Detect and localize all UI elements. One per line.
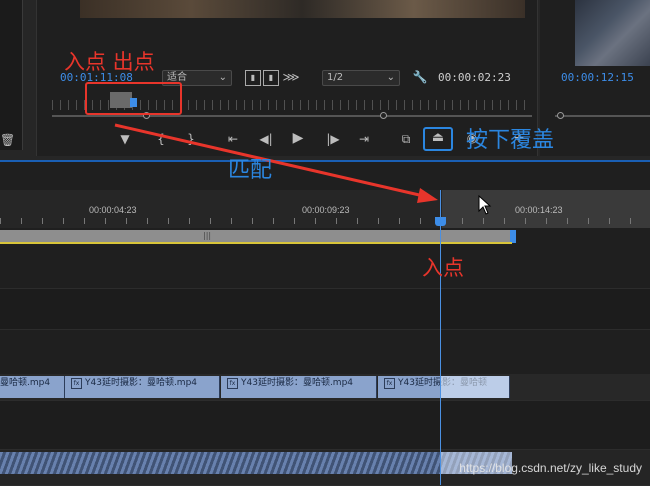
render-bar (0, 242, 512, 244)
duration-timecode: 00:00:02:23 (438, 71, 511, 84)
video-clip[interactable]: fx Y43延时摄影：曼哈顿.mp4 (221, 376, 377, 398)
video-clip[interactable]: fx Y43延时摄影：曼哈顿.mp4 (65, 376, 220, 398)
clip-selection-highlight (441, 376, 509, 398)
ruler-label-3: 00:00:14:23 (515, 205, 563, 215)
audio-clip[interactable] (0, 452, 512, 474)
wrench-icon[interactable]: 🔧 (412, 70, 428, 84)
mouse-cursor-icon (478, 195, 492, 215)
fast-forward-icon[interactable]: ⋙ (282, 70, 300, 84)
clip-label: 曼哈顿.mp4 (0, 378, 51, 388)
in-out-annotation: 入点 出点 (64, 50, 155, 74)
step-forward-icon[interactable]: |▶ (325, 132, 341, 146)
ruler-label-1: 00:00:04:23 (89, 205, 137, 215)
source-panel-edge (0, 0, 23, 150)
zoom-handle-right[interactable] (380, 112, 387, 119)
fx-badge-icon: fx (71, 378, 82, 389)
monitor-zoom-bar[interactable] (52, 115, 532, 117)
timeline-playhead-handle[interactable] (435, 217, 446, 226)
play-icon[interactable]: ▶ (290, 131, 306, 145)
watermark: https://blog.csdn.net/zy_like_study (459, 461, 642, 475)
track-v3[interactable] (0, 248, 650, 289)
chevron-down-icon: ⌄ (218, 72, 227, 83)
in-point-annotation: 入点 (422, 256, 464, 280)
track-v2[interactable] (0, 289, 650, 330)
timeline-playhead-line[interactable] (440, 190, 441, 485)
fx-badge-icon: fx (227, 378, 238, 389)
trash-icon[interactable]: 🗑 (0, 133, 15, 147)
go-to-out-icon[interactable]: ⇥ (356, 132, 372, 146)
work-area-bar[interactable]: ||| (0, 230, 512, 242)
marker-icon[interactable]: ▼ (118, 132, 132, 146)
track-a1-upper[interactable] (0, 401, 650, 450)
settings-toggle-icon[interactable]: ▮ (245, 70, 261, 86)
clip-label: Y43延时摄影：曼哈顿.mp4 (241, 378, 354, 388)
clip-label: Y43延时摄影：曼哈顿.mp4 (85, 378, 198, 388)
fx-badge-icon: fx (384, 378, 395, 389)
step-back-icon[interactable]: ◀| (258, 132, 274, 146)
ruler-label-2: 00:00:09:23 (302, 205, 350, 215)
reference-zoom-bar[interactable] (555, 115, 650, 117)
ruler-ticks (0, 218, 650, 224)
reference-zoom-handle[interactable] (557, 112, 564, 119)
video-clip[interactable]: 曼哈顿.mp4 (0, 376, 65, 398)
reference-video-frame (575, 0, 650, 66)
work-area-grip[interactable]: ||| (203, 230, 211, 242)
mark-in-icon[interactable]: { (154, 132, 168, 146)
in-out-highlight-box (85, 82, 182, 115)
match-annotation: 匹配 (228, 158, 273, 183)
program-video-frame (80, 0, 525, 18)
overwrite-highlight-box (423, 127, 453, 151)
go-to-in-icon[interactable]: ⇤ (225, 132, 241, 146)
track-v1-upper[interactable] (0, 330, 650, 375)
resolution-dropdown[interactable]: 1/2 ⌄ (322, 70, 400, 86)
lift-icon[interactable]: ⧉ (397, 132, 415, 146)
mark-out-icon[interactable]: } (184, 132, 198, 146)
source-timecode[interactable]: 00:00:12:15 (561, 71, 634, 84)
resolution-value: 1/2 (327, 72, 344, 83)
chevron-down-icon: ⌄ (386, 72, 395, 83)
safe-margins-icon[interactable]: ▮ (263, 70, 279, 86)
press-overwrite-annotation: 按下覆盖 (466, 128, 555, 153)
